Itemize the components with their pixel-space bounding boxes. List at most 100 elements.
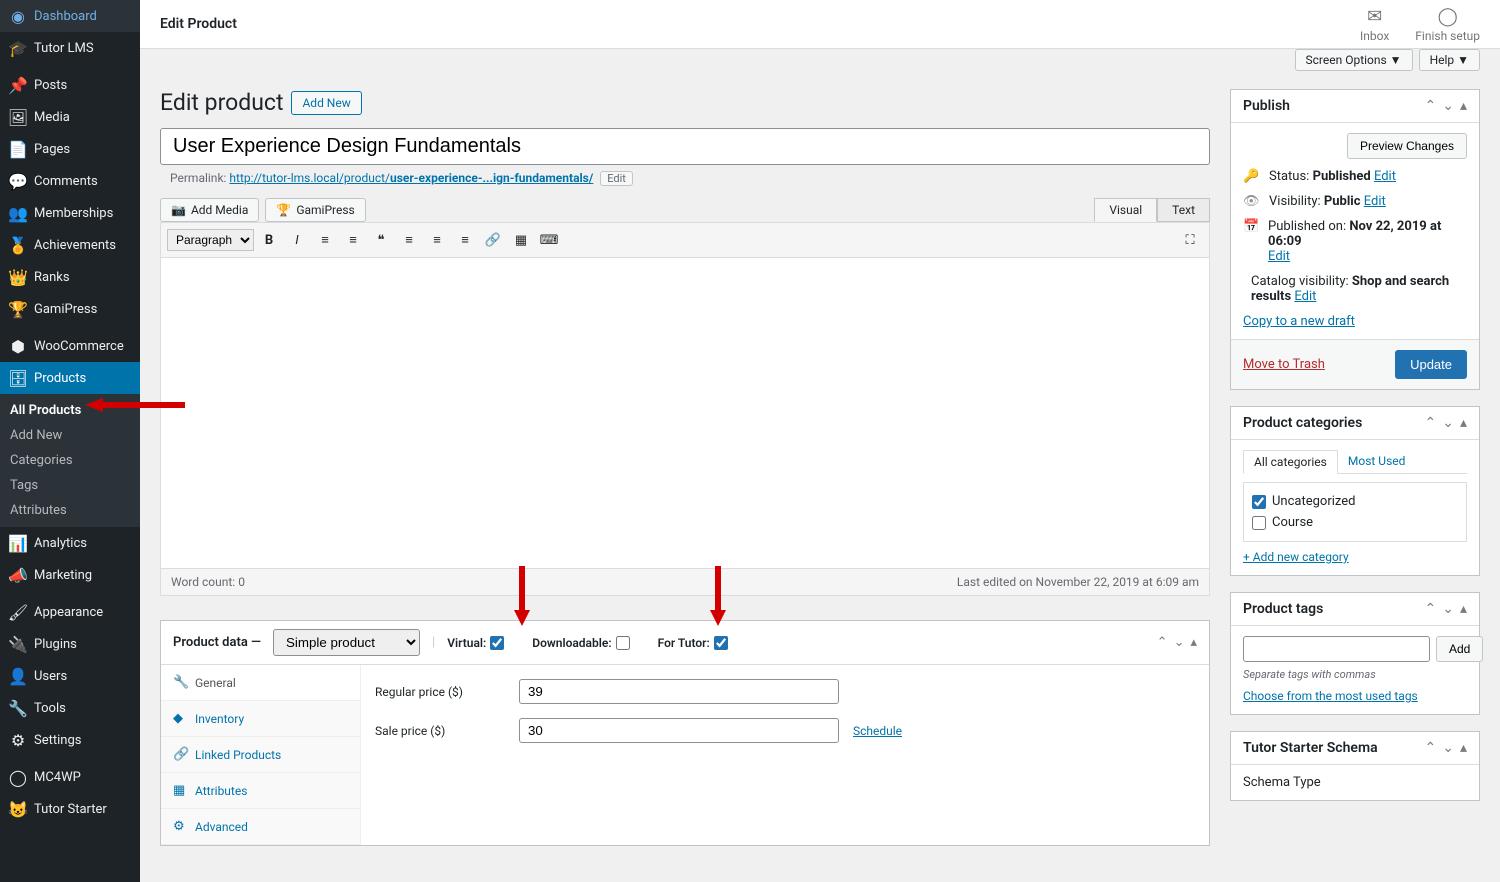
tab-general[interactable]: 🔧General [161, 665, 360, 701]
permalink-edit-button[interactable]: Edit [600, 171, 633, 186]
tag-input[interactable] [1243, 636, 1430, 662]
align-right-button[interactable]: ≡ [452, 227, 478, 253]
product-type-select[interactable]: Simple product [273, 629, 420, 656]
for-tutor-checkbox[interactable] [714, 636, 728, 650]
add-tag-button[interactable]: Add [1436, 636, 1483, 662]
move-to-trash-link[interactable]: Move to Trash [1243, 357, 1325, 372]
chevron-down-icon[interactable]: ⌄ [1442, 98, 1454, 114]
help-button[interactable]: Help ▼ [1419, 49, 1480, 71]
menu-analytics[interactable]: 📊Analytics [0, 527, 140, 559]
tab-attributes[interactable]: ▦Attributes [161, 773, 360, 809]
inbox-button[interactable]: ✉Inbox [1360, 6, 1389, 43]
calendar-icon: 📅 [1243, 219, 1260, 234]
menu-memberships[interactable]: 👥Memberships [0, 197, 140, 229]
menu-plugins[interactable]: 🔌Plugins [0, 628, 140, 660]
downloadable-checkbox[interactable] [616, 636, 630, 650]
preview-changes-button[interactable]: Preview Changes [1347, 133, 1467, 159]
format-select[interactable]: Paragraph [167, 229, 254, 251]
menu-woocommerce[interactable]: ⬢WooCommerce [0, 330, 140, 362]
menu-ranks[interactable]: 👑Ranks [0, 261, 140, 293]
menu-pages[interactable]: 📄Pages [0, 133, 140, 165]
visual-tab[interactable]: Visual [1094, 198, 1157, 222]
add-new-button[interactable]: Add New [291, 91, 361, 115]
chevron-down-icon[interactable]: ⌄ [1442, 601, 1454, 617]
submenu-categories[interactable]: Categories [0, 448, 140, 473]
virtual-checkbox[interactable] [490, 636, 504, 650]
tab-advanced[interactable]: ⚙Advanced [161, 809, 360, 845]
chevron-down-icon[interactable]: ⌄ [1442, 740, 1454, 756]
all-categories-tab[interactable]: All categories [1243, 450, 1338, 474]
menu-settings[interactable]: ⚙Settings [0, 724, 140, 756]
italic-button[interactable]: I [284, 227, 310, 253]
caret-up-icon[interactable]: ▴ [1460, 415, 1467, 431]
align-left-button[interactable]: ≡ [396, 227, 422, 253]
menu-media[interactable]: 🖼Media [0, 101, 140, 133]
finish-setup-button[interactable]: ◯Finish setup [1415, 6, 1480, 43]
submenu-attributes[interactable]: Attributes [0, 498, 140, 523]
submenu-tags[interactable]: Tags [0, 473, 140, 498]
menu-achievements[interactable]: 🏅Achievements [0, 229, 140, 261]
menu-comments[interactable]: 💬Comments [0, 165, 140, 197]
more-button[interactable]: ▦ [508, 227, 534, 253]
link-button[interactable]: 🔗 [480, 227, 506, 253]
submenu-add-new[interactable]: Add New [0, 423, 140, 448]
quote-button[interactable]: ❝ [368, 227, 394, 253]
catalog-edit-link[interactable]: Edit [1294, 289, 1316, 304]
ol-button[interactable]: ≡ [340, 227, 366, 253]
add-new-category-link[interactable]: + Add new category [1243, 550, 1349, 564]
ul-button[interactable]: ≡ [312, 227, 338, 253]
chevron-down-icon[interactable]: ⌄ [1174, 635, 1185, 650]
chevron-up-icon[interactable]: ⌃ [1425, 415, 1437, 431]
caret-up-icon[interactable]: ▴ [1460, 601, 1467, 617]
menu-tools[interactable]: 🔧Tools [0, 692, 140, 724]
menu-marketing[interactable]: 📣Marketing [0, 559, 140, 591]
permalink-link[interactable]: http://tutor-lms.local/product/user-expe… [229, 171, 593, 185]
align-center-button[interactable]: ≡ [424, 227, 450, 253]
status-edit-link[interactable]: Edit [1374, 169, 1396, 184]
text-tab[interactable]: Text [1157, 198, 1210, 222]
regular-price-input[interactable] [519, 679, 839, 704]
menu-tutor-starter[interactable]: 😺Tutor Starter [0, 793, 140, 825]
caret-up-icon[interactable]: ▴ [1190, 635, 1197, 650]
menu-mc4wp[interactable]: ◯MC4WP [0, 761, 140, 793]
product-title-input[interactable] [160, 128, 1210, 165]
chevron-up-icon[interactable]: ⌃ [1157, 635, 1168, 650]
fullscreen-button[interactable]: ⛶ [1177, 227, 1203, 253]
chevron-up-icon[interactable]: ⌃ [1425, 740, 1437, 756]
menu-users[interactable]: 👤Users [0, 660, 140, 692]
date-edit-link[interactable]: Edit [1268, 249, 1290, 264]
cat-course[interactable]: Course [1252, 512, 1458, 533]
menu-products[interactable]: 🗄Products [0, 362, 140, 394]
menu-dashboard[interactable]: ◉Dashboard [0, 0, 140, 32]
copy-draft-link[interactable]: Copy to a new draft [1243, 314, 1355, 329]
caret-up-icon[interactable]: ▴ [1460, 740, 1467, 756]
for-tutor-option[interactable]: For Tutor: [658, 636, 728, 650]
menu-gamipress[interactable]: 🏆GamiPress [0, 293, 140, 325]
screen-options-button[interactable]: Screen Options ▼ [1295, 49, 1413, 71]
downloadable-option[interactable]: Downloadable: [532, 636, 629, 650]
menu-tutor-lms[interactable]: 🎓Tutor LMS [0, 32, 140, 64]
schedule-link[interactable]: Schedule [853, 724, 902, 738]
page-title: Edit product [160, 89, 283, 116]
chevron-up-icon[interactable]: ⌃ [1425, 98, 1437, 114]
tab-inventory[interactable]: ◆Inventory [161, 701, 360, 737]
toolbar-toggle-button[interactable]: ⌨ [536, 227, 562, 253]
tab-linked[interactable]: 🔗Linked Products [161, 737, 360, 773]
visibility-edit-link[interactable]: Edit [1364, 194, 1386, 209]
add-media-button[interactable]: 📷Add Media [160, 198, 259, 222]
bold-button[interactable]: B [256, 227, 282, 253]
choose-tags-link[interactable]: Choose from the most used tags [1243, 689, 1418, 703]
caret-up-icon[interactable]: ▴ [1460, 98, 1467, 114]
most-used-tab[interactable]: Most Used [1338, 450, 1416, 473]
chevron-up-icon[interactable]: ⌃ [1425, 601, 1437, 617]
eye-icon: 👁 [1243, 194, 1261, 209]
cat-uncategorized[interactable]: Uncategorized [1252, 491, 1458, 512]
chevron-down-icon[interactable]: ⌄ [1442, 415, 1454, 431]
menu-posts[interactable]: 📌Posts [0, 69, 140, 101]
update-button[interactable]: Update [1395, 350, 1467, 379]
sale-price-input[interactable] [519, 718, 839, 743]
virtual-option[interactable]: Virtual: [447, 636, 504, 650]
gamipress-button[interactable]: 🏆GamiPress [265, 198, 365, 222]
editor-canvas[interactable] [161, 258, 1209, 568]
menu-appearance[interactable]: 🖌Appearance [0, 596, 140, 628]
